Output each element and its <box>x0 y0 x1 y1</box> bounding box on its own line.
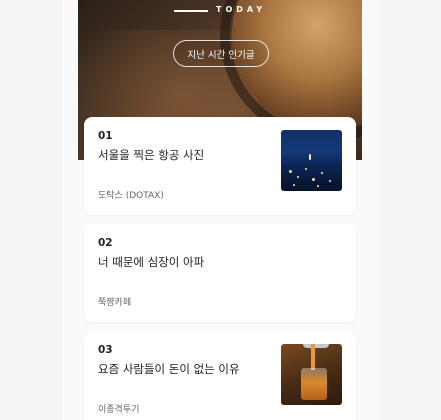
article-rank: 02 <box>98 237 113 249</box>
hero-today-label: TODAY <box>216 5 267 14</box>
article-source: 쭉쨩카페 <box>98 298 132 308</box>
article-rank: 01 <box>98 130 113 142</box>
hero-divider-line <box>174 10 208 12</box>
article-thumbnail-city-night[interactable] <box>281 130 342 191</box>
article-title[interactable]: 너 때문에 심장이 아파 <box>98 254 204 270</box>
article-source: 이종격투기 <box>98 405 140 415</box>
article-card[interactable]: 02 너 때문에 심장이 아파 쭉쨩카페 <box>84 224 356 322</box>
article-title[interactable]: 요즘 사람들이 돈이 없는 이유 <box>98 361 240 377</box>
article-title[interactable]: 서울을 찍은 항공 사진 <box>98 147 204 163</box>
article-source: 도탁스 (DOTAX) <box>98 191 164 201</box>
article-thumbnail-whiskey[interactable] <box>281 344 342 405</box>
article-card[interactable]: 03 요즘 사람들이 돈이 없는 이유 이종격투기 <box>84 331 356 420</box>
article-card[interactable]: 01 서울을 찍은 항공 사진 도탁스 (DOTAX) <box>84 117 356 215</box>
article-rank: 03 <box>98 344 113 356</box>
past-popular-posts-button[interactable]: 지난 시간 인기글 <box>173 40 269 67</box>
